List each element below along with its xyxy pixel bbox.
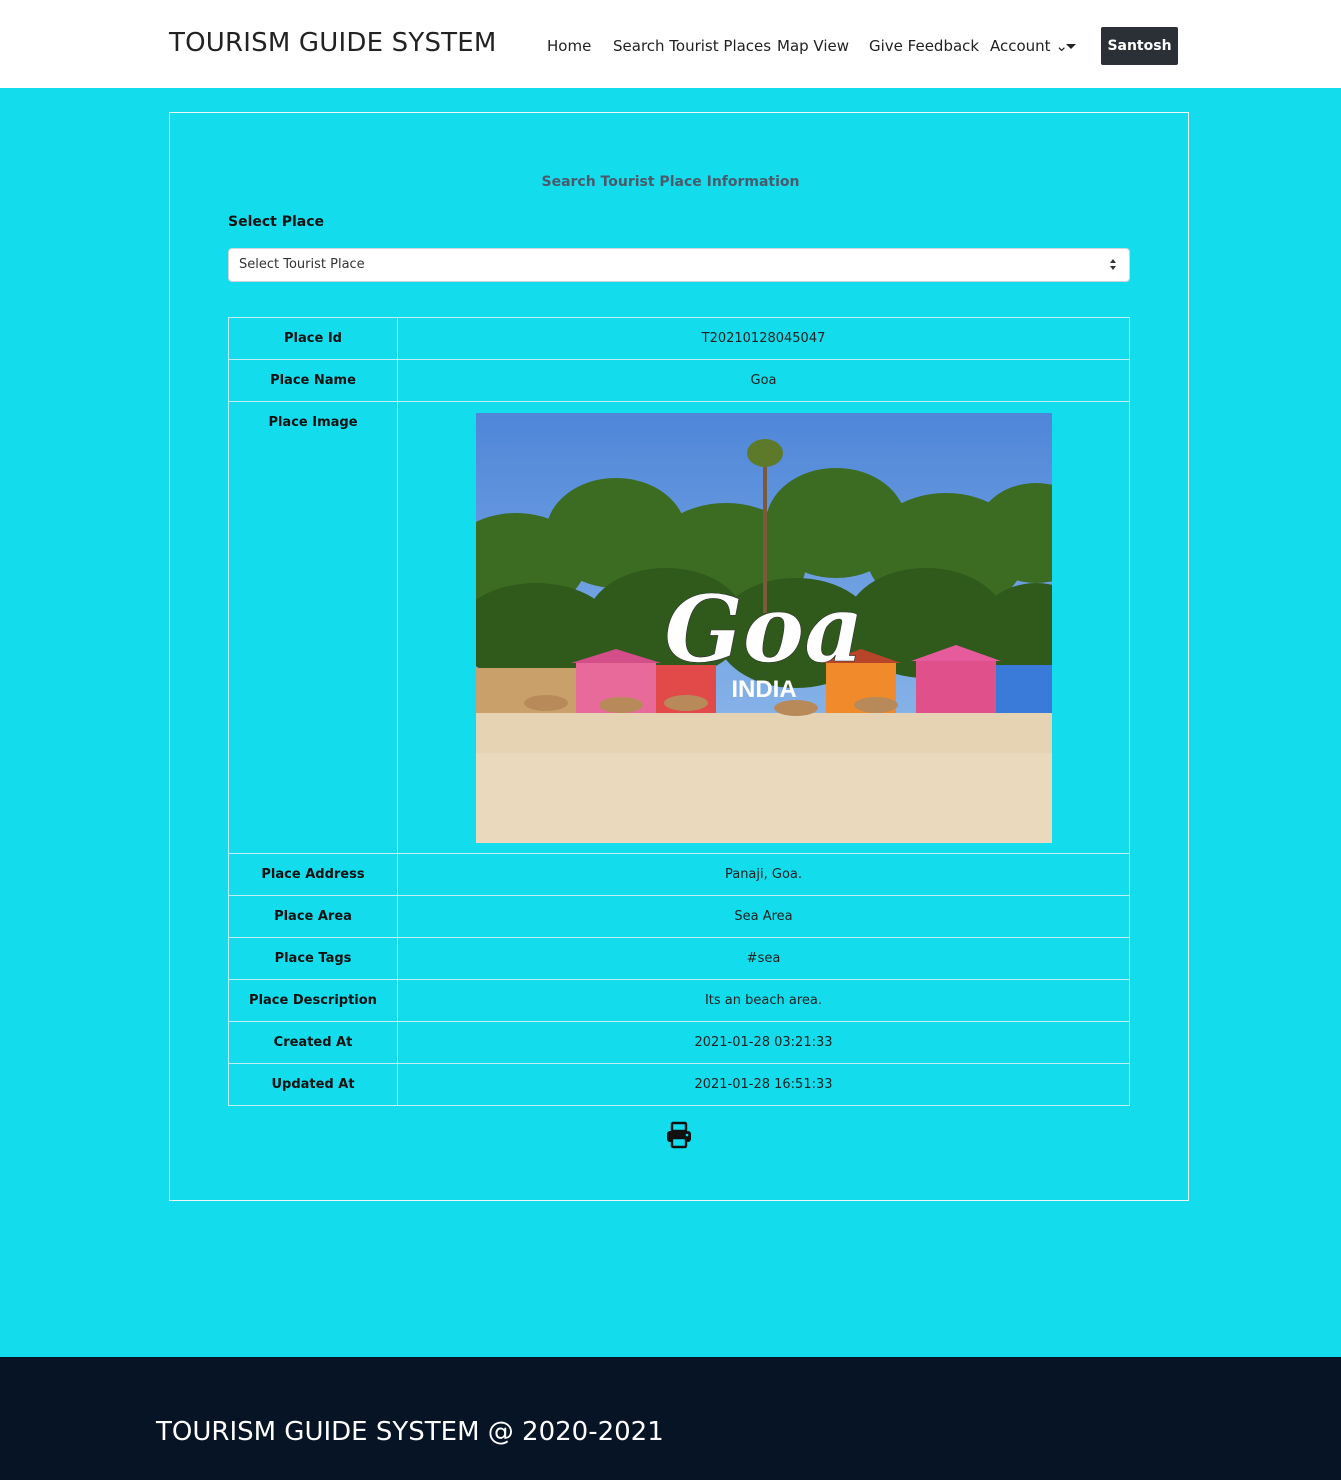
image-text-india: INDIA: [731, 676, 796, 703]
place-image-cell: Goa INDIA: [397, 401, 1130, 854]
row-value: Its an beach area.: [397, 979, 1130, 1022]
table-row: Place Address Panaji, Goa.: [228, 853, 1130, 896]
row-key: Place Image: [228, 401, 398, 854]
row-key: Place Name: [228, 359, 398, 402]
row-key: Place Address: [228, 853, 398, 896]
footer-text: TOURISM GUIDE SYSTEM @ 2020-2021: [156, 1417, 664, 1447]
user-button[interactable]: Santosh: [1101, 27, 1178, 65]
row-value: Goa: [397, 359, 1130, 402]
row-key: Updated At: [228, 1063, 398, 1106]
print-icon[interactable]: [665, 1121, 693, 1149]
table-row: Updated At 2021-01-28 16:51:33: [228, 1063, 1130, 1106]
row-value: #sea: [397, 937, 1130, 980]
brand-title[interactable]: TOURISM GUIDE SYSTEM: [169, 28, 497, 58]
nav-account[interactable]: Account ⌄: [990, 37, 1068, 55]
nav-give-feedback[interactable]: Give Feedback: [869, 37, 979, 55]
nav-search-tourist-places[interactable]: Search Tourist Places: [613, 37, 771, 55]
row-value: T20210128045047: [397, 317, 1130, 360]
row-value: 2021-01-28 03:21:33: [397, 1021, 1130, 1064]
nav-map-view[interactable]: Map View: [777, 37, 849, 55]
row-value: Sea Area: [397, 895, 1130, 938]
row-key: Place Tags: [228, 937, 398, 980]
place-info-table: Place Id T20210128045047 Place Name Goa …: [228, 317, 1130, 1106]
row-value: 2021-01-28 16:51:33: [397, 1063, 1130, 1106]
row-key: Created At: [228, 1021, 398, 1064]
row-key: Place Description: [228, 979, 398, 1022]
select-place-label: Select Place: [228, 214, 325, 230]
navbar: TOURISM GUIDE SYSTEM Home Search Tourist…: [0, 0, 1341, 88]
row-value: Panaji, Goa.: [397, 853, 1130, 896]
caret-down-icon[interactable]: [1066, 44, 1076, 49]
tourist-place-select[interactable]: Select Tourist Place: [228, 248, 1130, 282]
table-row: Place Tags #sea: [228, 937, 1130, 980]
row-key: Place Area: [228, 895, 398, 938]
table-row: Place Image Goa INDIA: [228, 401, 1130, 854]
panel-title: Search Tourist Place Information: [541, 174, 800, 190]
select-value: Select Tourist Place: [239, 257, 365, 272]
table-row: Place Name Goa: [228, 359, 1130, 402]
table-row: Place Id T20210128045047: [228, 317, 1130, 360]
footer: TOURISM GUIDE SYSTEM @ 2020-2021: [0, 1357, 1341, 1480]
place-image: Goa INDIA: [475, 412, 1052, 843]
table-row: Place Area Sea Area: [228, 895, 1130, 938]
row-key: Place Id: [228, 317, 398, 360]
select-arrows-icon: [1109, 258, 1117, 272]
nav-home[interactable]: Home: [547, 37, 591, 55]
table-row: Created At 2021-01-28 03:21:33: [228, 1021, 1130, 1064]
table-row: Place Description Its an beach area.: [228, 979, 1130, 1022]
image-text-goa: Goa: [664, 575, 864, 683]
